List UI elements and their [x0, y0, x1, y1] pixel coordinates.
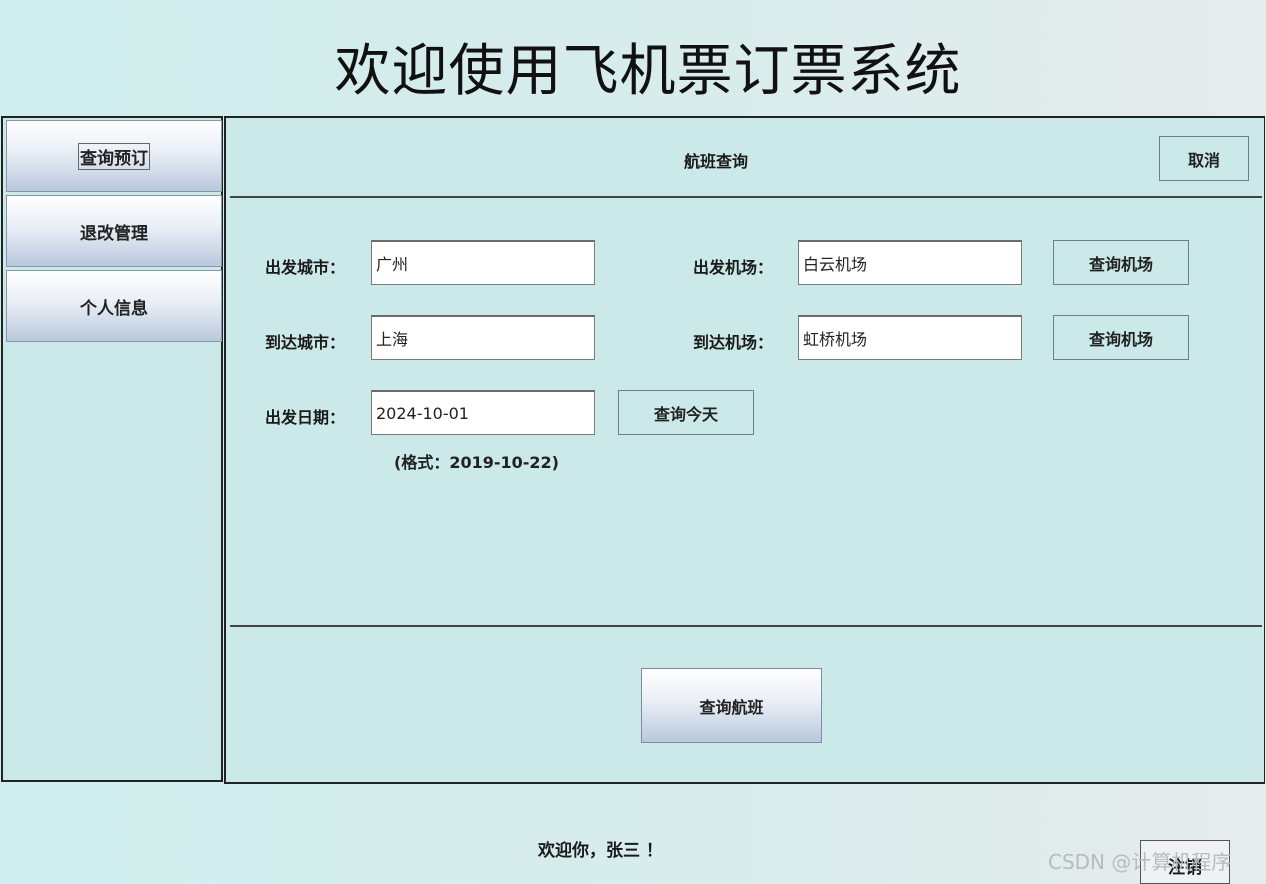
sidebar: 查询预订 退改管理 个人信息	[1, 116, 223, 782]
welcome-message: 欢迎你，张三 ！	[538, 841, 663, 861]
watermark: CSDN @计算机程序	[1048, 850, 1232, 874]
divider-bottom	[230, 625, 1262, 627]
arrive-airport-input[interactable]	[798, 315, 1022, 360]
depart-airport-label: 出发机场：	[693, 258, 774, 277]
depart-date-label: 出发日期：	[265, 408, 346, 427]
sidebar-item-personal-info[interactable]: 个人信息	[6, 270, 222, 342]
sidebar-item-label: 退改管理	[80, 223, 148, 244]
sidebar-item-label: 查询预订	[78, 142, 150, 170]
divider-top	[230, 196, 1262, 198]
sidebar-item-refund-change[interactable]: 退改管理	[6, 195, 222, 267]
query-arrive-airport-button[interactable]: 查询机场	[1053, 315, 1189, 360]
arrive-city-input[interactable]	[371, 315, 595, 360]
arrive-airport-label: 到达机场：	[693, 333, 774, 352]
query-today-button[interactable]: 查询今天	[618, 390, 754, 435]
main-panel: 航班查询 取消 出发城市： 出发机场： 查询机场 到达城市： 到达机场： 查询机…	[224, 116, 1265, 784]
date-format-hint: (格式：2019-10-22)	[394, 453, 559, 472]
app-title: 欢迎使用飞机票订票系统	[334, 39, 962, 104]
search-flights-button[interactable]: 查询航班	[641, 668, 822, 743]
depart-date-input[interactable]	[371, 390, 595, 435]
sidebar-item-query-booking[interactable]: 查询预订	[6, 120, 222, 192]
depart-city-label: 出发城市：	[265, 258, 346, 277]
sidebar-item-label: 个人信息	[80, 298, 148, 319]
arrive-city-label: 到达城市：	[265, 333, 346, 352]
cancel-button[interactable]: 取消	[1159, 136, 1249, 181]
depart-city-input[interactable]	[371, 240, 595, 285]
query-depart-airport-button[interactable]: 查询机场	[1053, 240, 1189, 285]
panel-title: 航班查询	[683, 152, 748, 171]
depart-airport-input[interactable]	[798, 240, 1022, 285]
